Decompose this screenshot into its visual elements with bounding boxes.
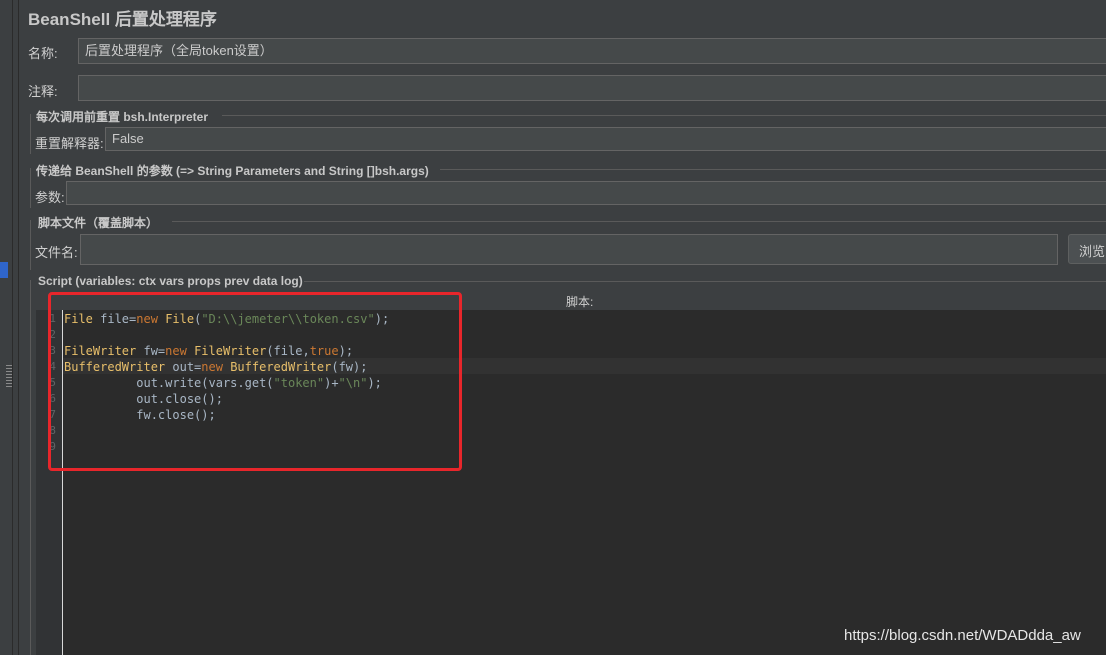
- filename-input[interactable]: [80, 234, 1058, 265]
- reset-group-title: 每次调用前重置 bsh.Interpreter: [36, 110, 209, 124]
- name-label: 名称:: [28, 46, 58, 61]
- params-label: 参数:: [35, 190, 65, 205]
- comment-label: 注释:: [28, 84, 58, 99]
- highlight-box: [48, 292, 462, 471]
- reset-interpreter-select[interactable]: False: [105, 127, 1106, 151]
- splitter-handle[interactable]: [6, 365, 12, 387]
- params-input[interactable]: [66, 181, 1106, 205]
- name-input[interactable]: 后置处理程序（全局token设置）: [78, 38, 1106, 64]
- file-group-border: [30, 220, 31, 270]
- params-group-title: 传递给 BeanShell 的参数 (=> String Parameters …: [36, 164, 429, 178]
- reset-group-border: [30, 114, 31, 154]
- script-group-title: Script (variables: ctx vars props prev d…: [38, 274, 303, 288]
- file-group-title: 脚本文件（覆盖脚本）: [38, 216, 159, 230]
- browse-button[interactable]: 浏览...: [1068, 234, 1106, 264]
- filename-label: 文件名:: [35, 245, 78, 260]
- script-editor-label: 脚本:: [566, 295, 594, 309]
- tree-selection-marker: [0, 262, 8, 278]
- comment-input[interactable]: [78, 75, 1106, 101]
- file-group-line: [172, 221, 1106, 222]
- params-group-border: [30, 168, 31, 208]
- splitter-line: [12, 0, 13, 655]
- params-group-line: [440, 169, 1106, 170]
- script-group-border: [30, 280, 31, 655]
- page-title: BeanShell 后置处理程序: [28, 10, 217, 29]
- left-panel-strip: [0, 0, 19, 655]
- reset-group-line: [222, 115, 1106, 116]
- reset-interpreter-label: 重置解释器:: [35, 136, 104, 151]
- script-group-line: [304, 281, 1106, 282]
- watermark: https://blog.csdn.net/WDADdda_aw: [844, 627, 1081, 644]
